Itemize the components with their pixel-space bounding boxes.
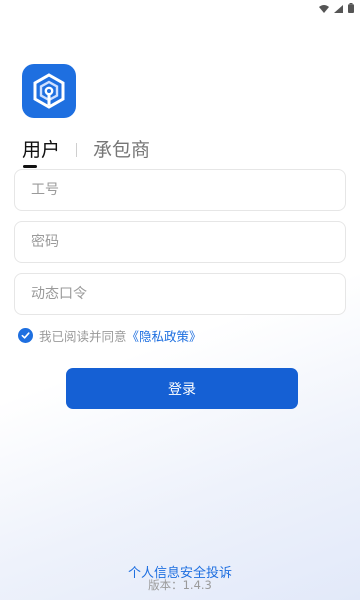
tab-user[interactable]: 用户 [22,137,61,168]
tab-contractor[interactable]: 承包商 [93,137,150,163]
tab-user-label: 用户 [22,139,61,161]
password-input[interactable] [15,222,345,262]
wifi-icon [319,0,329,17]
privacy-policy-link[interactable]: 《隐私政策》 [127,329,202,344]
battery-icon [348,0,354,17]
login-type-tabs: 用户 承包商 [22,134,150,168]
privacy-agreement: 我已阅读并同意《隐私政策》 [18,326,202,345]
active-tab-indicator [23,165,37,168]
employee-id-field-box [14,169,346,211]
tab-divider [76,143,78,157]
otp-field-box [14,273,346,315]
check-icon [21,332,30,339]
agreement-text: 我已阅读并同意 [39,329,127,344]
otp-input[interactable] [15,274,345,314]
tab-contractor-label: 承包商 [93,139,151,161]
status-bar [300,0,360,14]
password-field-box [14,221,346,263]
agree-checkbox[interactable] [18,328,33,343]
version-label: 版本：1.4.3 [148,578,212,592]
signal-icon [334,0,343,17]
employee-id-input[interactable] [15,170,345,210]
app-logo-icon [22,64,76,118]
login-button[interactable]: 登录 [66,368,298,409]
